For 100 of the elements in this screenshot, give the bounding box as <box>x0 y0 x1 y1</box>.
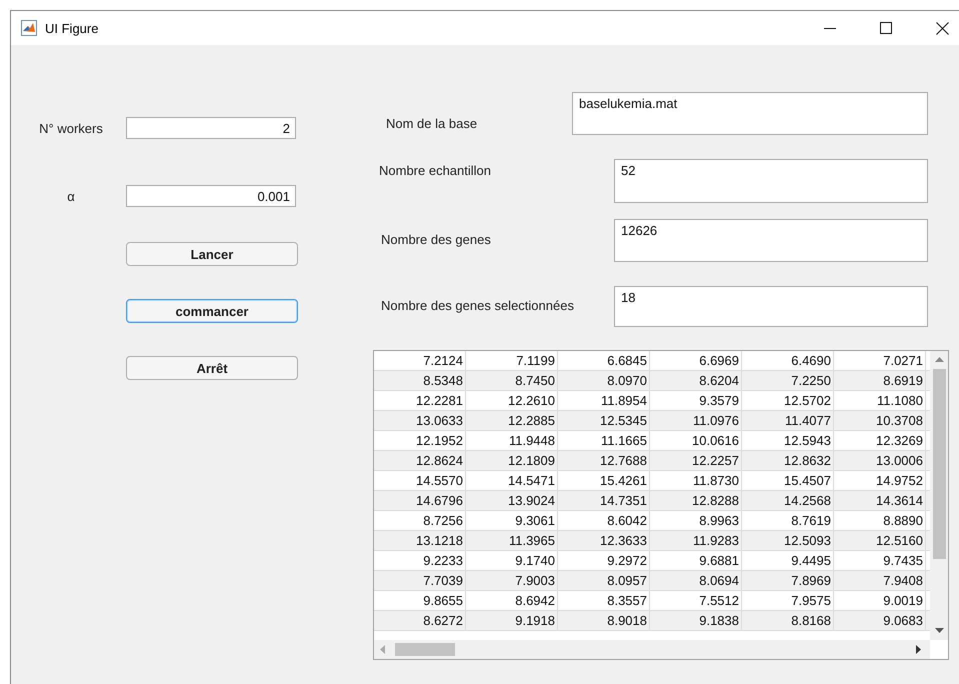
table-cell: 12.8632 <box>742 451 834 470</box>
table-cell: 9.3061 <box>466 511 558 530</box>
table-cell: 12.3633 <box>558 531 650 550</box>
table-cell: 8.6042 <box>558 511 650 530</box>
table-cell: 12.7688 <box>558 451 650 470</box>
table-cell: 8.8168 <box>742 611 834 630</box>
table-cell: 11.8730 <box>650 471 742 490</box>
table-cell: 7.0271 <box>834 351 926 370</box>
table-cell: 6.4690 <box>742 351 834 370</box>
text-field[interactable]: baselukemia.mat <box>572 92 928 135</box>
action-button[interactable]: Arrêt <box>126 356 298 380</box>
table-cell: 8.5348 <box>374 371 466 390</box>
table-cell: 8.7619 <box>742 511 834 530</box>
table-cell: 7.9575 <box>742 591 834 610</box>
table-cell: 6.6845 <box>558 351 650 370</box>
table-cell: 11.0976 <box>650 411 742 430</box>
action-button[interactable]: Lancer <box>126 242 298 266</box>
table-cell: 9.3579 <box>650 391 742 410</box>
table-cell: 13.1218 <box>374 531 466 550</box>
table-cell: 12.2610 <box>466 391 558 410</box>
table-cell: 7.9408 <box>834 571 926 590</box>
text-field[interactable]: 12626 <box>614 219 928 262</box>
table-cell: 12.1809 <box>466 451 558 470</box>
text-field[interactable]: 52 <box>614 159 928 203</box>
table-cell: 14.2568 <box>742 491 834 510</box>
table-cell: 10.3708 <box>834 411 926 430</box>
table-cell: 11.4077 <box>742 411 834 430</box>
table-cell: 11.1665 <box>558 431 650 450</box>
table-cell: 9.0683 <box>834 611 926 630</box>
table-cell: 12.8624 <box>374 451 466 470</box>
table-cell: 8.6272 <box>374 611 466 630</box>
table-cell: 10.0616 <box>650 431 742 450</box>
table-cell: 8.7450 <box>466 371 558 390</box>
field-label: N° workers <box>38 120 104 136</box>
scroll-right-icon[interactable] <box>916 645 921 654</box>
scroll-thumb[interactable] <box>933 369 946 559</box>
table-cell: 9.0019 <box>834 591 926 610</box>
table-cell: 7.5512 <box>650 591 742 610</box>
field-label: Nombre des genes selectionnées <box>381 298 575 313</box>
horizontal-scrollbar[interactable] <box>374 640 930 659</box>
table-cell: 15.4507 <box>742 471 834 490</box>
table-cell: 13.0633 <box>374 411 466 430</box>
table-cell: 12.2281 <box>374 391 466 410</box>
table-cell: 9.6881 <box>650 551 742 570</box>
scroll-thumb[interactable] <box>395 643 455 656</box>
table-cell: 9.4495 <box>742 551 834 570</box>
table-cell: 8.6942 <box>466 591 558 610</box>
maximize-icon[interactable] <box>880 22 892 34</box>
table-cell: 12.1952 <box>374 431 466 450</box>
table-cell: 12.3269 <box>834 431 926 450</box>
table-cell: 14.7351 <box>558 491 650 510</box>
table-cell: 9.1838 <box>650 611 742 630</box>
table-cell: 7.7039 <box>374 571 466 590</box>
field-label: Nombre des genes <box>381 232 492 247</box>
table-cell: 14.3614 <box>834 491 926 510</box>
table-cell: 11.9283 <box>650 531 742 550</box>
text-field[interactable]: 18 <box>614 286 928 327</box>
table-cell: 7.1199 <box>466 351 558 370</box>
table-cell: 8.0694 <box>650 571 742 590</box>
table-cell: 8.8890 <box>834 511 926 530</box>
table-cell: 9.1918 <box>466 611 558 630</box>
table-cell: 8.6204 <box>650 371 742 390</box>
field-label: Nom de la base <box>386 116 478 131</box>
table-cell: 11.3965 <box>466 531 558 550</box>
table-cell: 9.1740 <box>466 551 558 570</box>
input-field[interactable]: 0.001 <box>126 185 296 207</box>
action-button[interactable]: commancer <box>126 299 298 323</box>
table-cell: 9.2233 <box>374 551 466 570</box>
table-cell: 8.9018 <box>558 611 650 630</box>
table-cell: 14.5570 <box>374 471 466 490</box>
table-cell: 12.2257 <box>650 451 742 470</box>
table-cell: 11.9448 <box>466 431 558 450</box>
input-field[interactable]: 2 <box>126 117 296 139</box>
table-cell: 9.2972 <box>558 551 650 570</box>
field-label: Nombre echantillon <box>379 163 492 178</box>
table-cell: 15.4261 <box>558 471 650 490</box>
table-cell: 8.6919 <box>834 371 926 390</box>
table-cell: 12.5093 <box>742 531 834 550</box>
table-cell: 12.5702 <box>742 391 834 410</box>
table-cell: 12.5160 <box>834 531 926 550</box>
table-cell: 12.8288 <box>650 491 742 510</box>
scroll-down-icon[interactable] <box>935 628 944 633</box>
table-cell: 11.1080 <box>834 391 926 410</box>
vertical-scrollbar[interactable] <box>930 351 948 640</box>
table-cell: 7.2250 <box>742 371 834 390</box>
table-cell: 9.8655 <box>374 591 466 610</box>
table-cell: 12.2885 <box>466 411 558 430</box>
table-cell: 8.7256 <box>374 511 466 530</box>
table-cell: 8.3557 <box>558 591 650 610</box>
table-cell: 11.8954 <box>558 391 650 410</box>
scroll-left-icon[interactable] <box>380 645 385 654</box>
table-cell: 14.6796 <box>374 491 466 510</box>
table-cell: 7.2124 <box>374 351 466 370</box>
table-cell: 12.5943 <box>742 431 834 450</box>
table-cell: 14.9752 <box>834 471 926 490</box>
app-icon <box>21 20 37 36</box>
table-cell: 6.6969 <box>650 351 742 370</box>
scroll-up-icon[interactable] <box>935 357 944 362</box>
close-icon[interactable] <box>936 22 949 34</box>
table-cell: 14.5471 <box>466 471 558 490</box>
